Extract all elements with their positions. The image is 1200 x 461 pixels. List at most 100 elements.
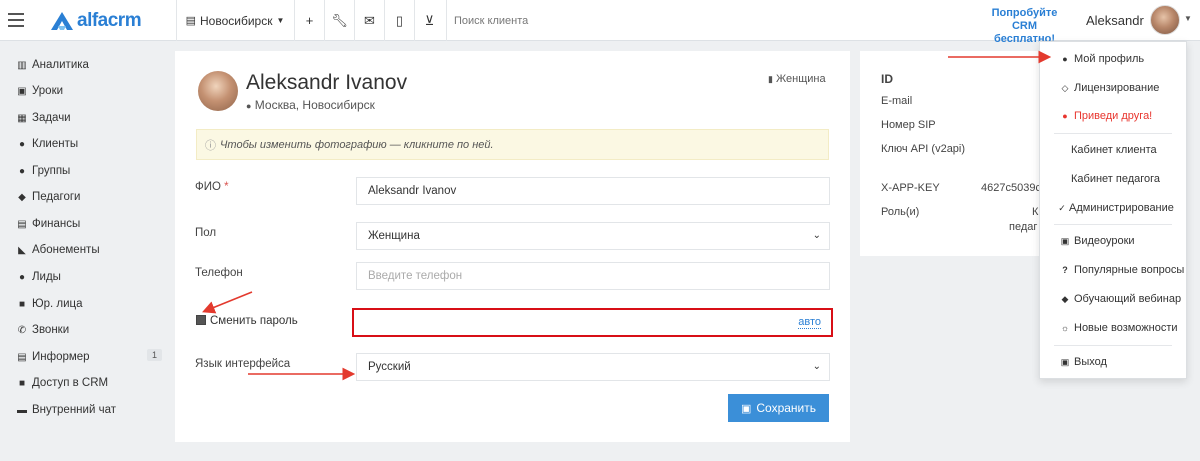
graduation-icon: ◆ bbox=[18, 191, 26, 203]
user-name[interactable]: Aleksandr bbox=[1086, 13, 1144, 28]
menu-item-new-features[interactable]: ☼ Новые возможности bbox=[1059, 322, 1178, 334]
sidebar-item-label: Клиенты bbox=[32, 138, 79, 150]
gender-select[interactable]: Женщина ⌄ bbox=[356, 222, 830, 250]
sidebar-item-finance[interactable]: ▤ Финансы bbox=[16, 215, 162, 233]
sidebar-item-label: Абонементы bbox=[32, 244, 100, 256]
count-badge: 1 bbox=[146, 349, 162, 361]
menu-divider bbox=[1054, 224, 1172, 225]
save-button[interactable]: ▣ Сохранить bbox=[728, 394, 829, 422]
menu-item-licensing[interactable]: ◇ Лицензирование bbox=[1059, 82, 1160, 94]
photo-notice-text: Чтобы изменить фотографию — кликните по … bbox=[220, 138, 494, 151]
logo-text: alfacrm bbox=[77, 10, 142, 31]
id-label: ID bbox=[881, 72, 893, 86]
menu-item-client-cabinet[interactable]: Кабинет клиента bbox=[1071, 144, 1157, 156]
sidebar-item-label: Внутренний чат bbox=[32, 404, 116, 416]
sidebar-item-teachers[interactable]: ◆ Педагоги bbox=[16, 188, 162, 206]
menu-item-label: Популярные вопросы bbox=[1074, 264, 1185, 276]
phone-field[interactable]: Введите телефон bbox=[356, 262, 830, 290]
check-icon: ✓ bbox=[1058, 202, 1066, 213]
sidebar-item-crm-access[interactable]: ■ Доступ в CRM bbox=[16, 374, 162, 392]
sidebar-item-clients[interactable]: ● Клиенты bbox=[16, 135, 162, 153]
profile-gender-text: Женщина bbox=[776, 73, 826, 85]
account-info-panel: ID E-mail Номер SIP Ключ API (v2api) X-A… bbox=[860, 51, 1041, 256]
fio-label: ФИО * bbox=[195, 181, 229, 193]
menu-item-label: Кабинет клиента bbox=[1071, 144, 1157, 156]
password-auto-link[interactable]: авто bbox=[798, 316, 821, 329]
chevron-down-icon[interactable]: ▼ bbox=[1184, 14, 1192, 23]
password-field[interactable]: авто bbox=[352, 308, 833, 337]
save-button-label: Сохранить bbox=[756, 401, 817, 415]
sidebar-item-label: Задачи bbox=[32, 112, 71, 124]
mail-icon[interactable]: ✉ bbox=[354, 0, 384, 41]
menu-item-label: Обучающий вебинар bbox=[1074, 293, 1182, 305]
profile-photo[interactable] bbox=[198, 71, 238, 111]
menu-item-administration[interactable]: ✓ Администрирование bbox=[1057, 202, 1174, 214]
wrench-icon[interactable]: 🔧︎ bbox=[324, 0, 354, 41]
plus-icon[interactable]: + bbox=[294, 0, 324, 41]
change-password-label: Сменить пароль bbox=[210, 315, 298, 327]
sidebar-item-label: Доступ в CRM bbox=[32, 377, 109, 389]
map-marker-icon: ● bbox=[246, 101, 252, 111]
menu-item-webinar[interactable]: ◆ Обучающий вебинар bbox=[1059, 293, 1182, 305]
phone-label: Телефон bbox=[195, 267, 243, 279]
logo[interactable]: alfacrm bbox=[50, 10, 142, 32]
branch-icon: ▤ bbox=[185, 15, 196, 27]
language-value: Русский bbox=[368, 361, 411, 373]
try-free-line1: Попробуйте bbox=[991, 7, 1058, 19]
sidebar-item-tasks[interactable]: ▦ Задачи bbox=[16, 109, 162, 127]
lock-icon: ◇ bbox=[1061, 82, 1069, 93]
api-key-label: Ключ API (v2api) bbox=[881, 143, 966, 155]
chevron-down-icon: ▼ bbox=[276, 16, 285, 25]
menu-item-logout[interactable]: ▣ Выход bbox=[1059, 356, 1107, 368]
language-select[interactable]: Русский ⌄ bbox=[356, 353, 830, 381]
sidebar-item-informer[interactable]: ▤ Информер 1 bbox=[16, 348, 162, 366]
sidebar-item-label: Уроки bbox=[32, 85, 64, 97]
sip-label: Номер SIP bbox=[881, 119, 936, 131]
profile-name: Aleksandr Ivanov bbox=[246, 71, 408, 94]
language-label: Язык интерфейса bbox=[195, 358, 291, 370]
sidebar-item-analytics[interactable]: ▥ Аналитика bbox=[16, 56, 162, 74]
sidebar-item-label: Лиды bbox=[32, 271, 61, 283]
menu-item-faq[interactable]: ? Популярные вопросы bbox=[1059, 264, 1184, 276]
top-bar: alfacrm ▤ Новосибирск ▼ + 🔧︎ ✉ ▯ ⊻ Поиск… bbox=[0, 0, 1200, 45]
sidebar-item-groups[interactable]: ● Группы bbox=[16, 162, 162, 180]
mobile-icon[interactable]: ▯ bbox=[384, 0, 414, 41]
menu-item-refer-friend[interactable]: ● Приведи друга! bbox=[1059, 110, 1152, 122]
fio-field[interactable]: Aleksandr Ivanov bbox=[356, 177, 830, 205]
menu-item-label: Выход bbox=[1074, 356, 1107, 368]
chevron-down-icon: ⌄ bbox=[812, 230, 821, 241]
menu-item-my-profile[interactable]: ● Мой профиль bbox=[1059, 53, 1144, 65]
search-placeholder: Поиск клиента bbox=[454, 14, 529, 27]
client-search-input[interactable]: Поиск клиента bbox=[446, 0, 696, 41]
money-icon: ▤ bbox=[17, 218, 27, 230]
sidebar-item-label: Группы bbox=[32, 165, 71, 177]
question-icon: ? bbox=[1062, 265, 1068, 275]
avatar[interactable] bbox=[1150, 5, 1180, 35]
sidebar-item-subscriptions[interactable]: ◣ Абонементы bbox=[16, 241, 162, 259]
users-icon: ● bbox=[18, 165, 26, 177]
sidebar-item-calls[interactable]: ✆ Звонки bbox=[16, 321, 162, 339]
users-icon: ● bbox=[1062, 111, 1068, 121]
info-icon: ⓘ bbox=[205, 139, 216, 152]
menu-item-teacher-cabinet[interactable]: Кабинет педагога bbox=[1071, 173, 1160, 185]
menu-item-video-lessons[interactable]: ▣ Видеоуроки bbox=[1059, 235, 1135, 247]
sidebar-item-internal-chat[interactable]: ▬ Внутренний чат bbox=[16, 401, 162, 419]
menu-item-label: Администрирование bbox=[1069, 202, 1174, 214]
lightbulb-icon: ☼ bbox=[1060, 323, 1070, 333]
sidebar-item-legal-entities[interactable]: ■ Юр. лица bbox=[16, 295, 162, 313]
cart-icon[interactable]: ⊻ bbox=[414, 0, 444, 41]
menu-item-label: Мой профиль bbox=[1074, 53, 1145, 65]
app-key-label: X-APP-KEY bbox=[881, 182, 940, 194]
change-password-checkbox[interactable] bbox=[196, 315, 206, 325]
branch-selector[interactable]: ▤ Новосибирск ▼ bbox=[176, 0, 293, 41]
role-label: Роль(и) bbox=[881, 206, 920, 218]
menu-item-label: Новые возможности bbox=[1074, 322, 1178, 334]
sidebar-item-lessons[interactable]: ▣ Уроки bbox=[16, 82, 162, 100]
profile-gender: ▮ Женщина bbox=[768, 73, 826, 85]
gender-label: Пол bbox=[195, 227, 217, 239]
sidebar-item-leads[interactable]: ● Лиды bbox=[16, 268, 162, 286]
sidebar: ▥ Аналитика ▣ Уроки ▦ Задачи ● Клиенты ● Груп… bbox=[0, 41, 170, 461]
video-icon: ▣ bbox=[1060, 235, 1070, 246]
menu-icon[interactable] bbox=[8, 13, 24, 27]
phone-placeholder: Введите телефон bbox=[368, 270, 463, 282]
